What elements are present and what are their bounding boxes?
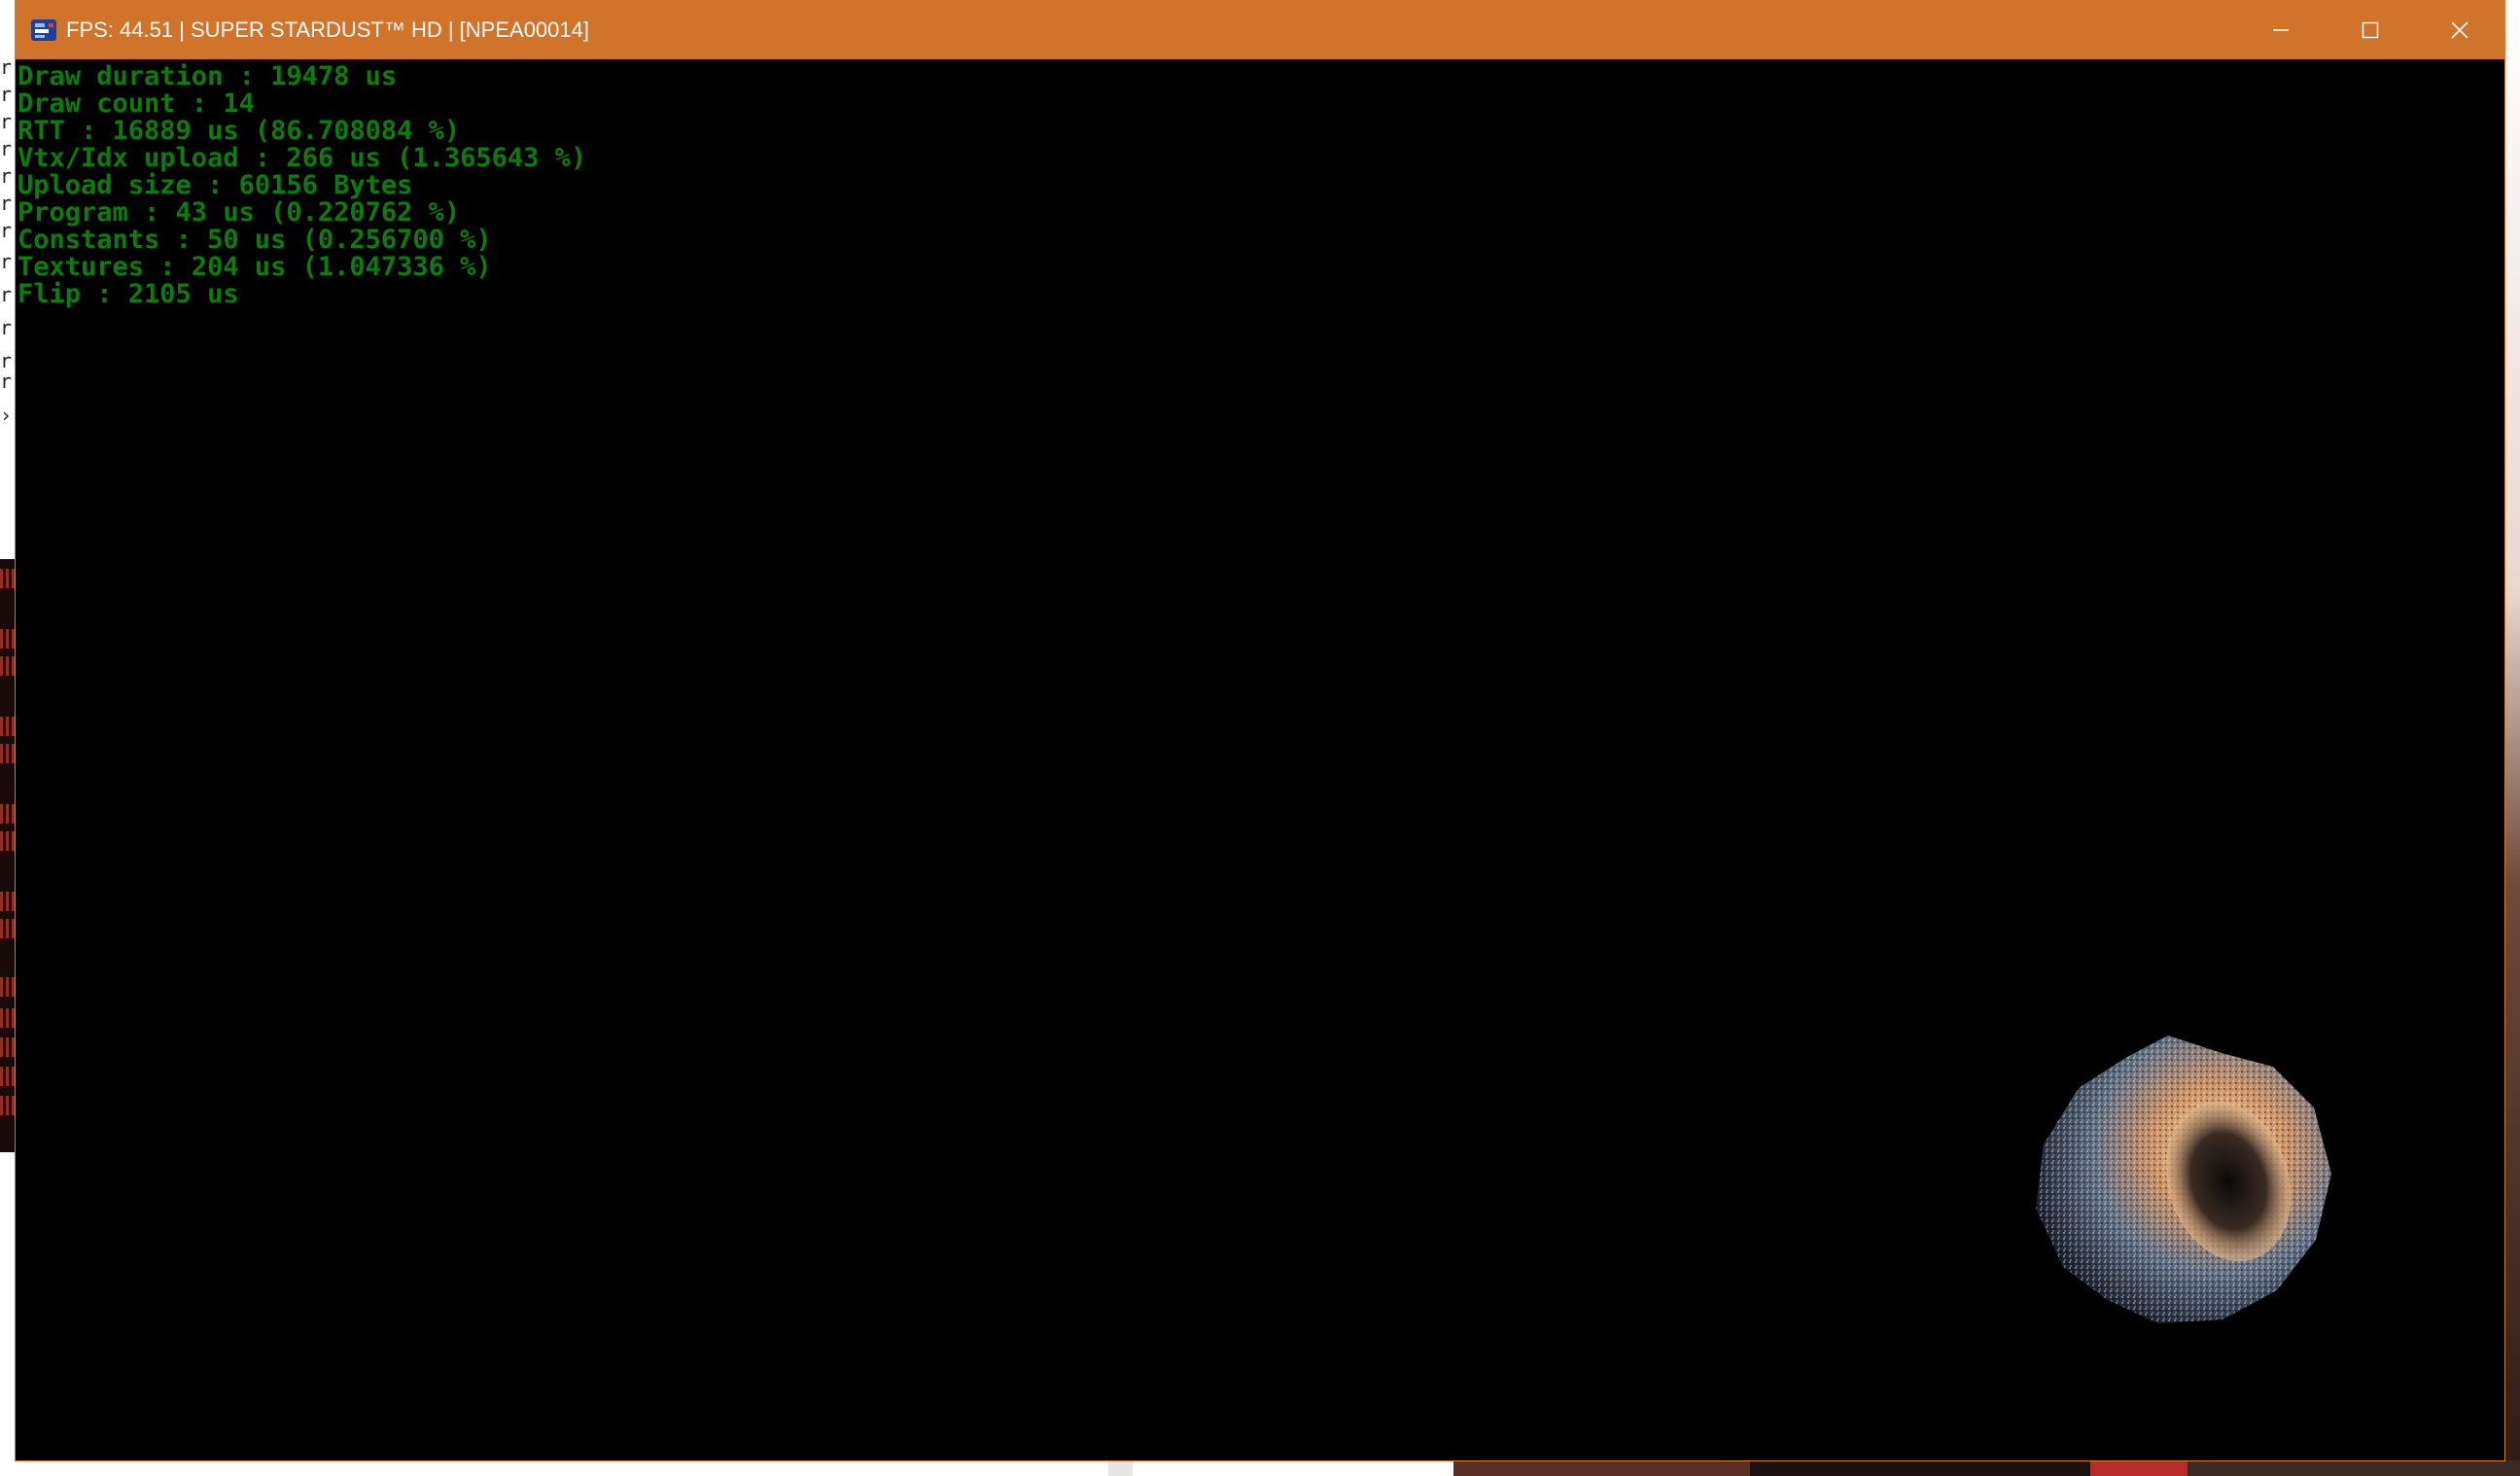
bg-glyph: › bbox=[0, 408, 13, 422]
bg-glyph: r bbox=[0, 224, 13, 237]
minimize-button[interactable] bbox=[2236, 0, 2326, 59]
rpcs3-app-icon bbox=[31, 19, 56, 41]
overlay-line-vtx-idx-upload: Vtx/Idx upload : 266 us (1.365643 %) bbox=[18, 143, 587, 173]
bg-glyph: r bbox=[0, 88, 13, 101]
overlay-line-textures: Textures : 204 us (1.047336 %) bbox=[18, 252, 492, 282]
bg-red-text bbox=[0, 1008, 16, 1028]
background-bottom-strip bbox=[0, 1460, 2520, 1476]
overlay-line-program: Program : 43 us (0.220762 %) bbox=[18, 197, 461, 228]
bg-red-text bbox=[0, 892, 16, 911]
maximize-icon bbox=[2362, 21, 2379, 38]
bg-red-text bbox=[0, 656, 16, 676]
bg-glyph: r bbox=[0, 354, 13, 368]
close-button[interactable] bbox=[2415, 0, 2504, 59]
asteroid-sprite bbox=[2036, 1036, 2331, 1323]
bg-glyph: r bbox=[0, 255, 13, 268]
bg-glyph: r bbox=[0, 169, 13, 183]
overlay-line-constants: Constants : 50 us (0.256700 %) bbox=[18, 225, 492, 255]
bg-glyph: r bbox=[0, 142, 13, 156]
bg-red-text bbox=[0, 977, 16, 997]
game-viewport[interactable]: Draw duration : 19478 us Draw count : 14… bbox=[16, 59, 2504, 1460]
overlay-line-rtt: RTT : 16889 us (86.708084 %) bbox=[18, 116, 461, 146]
bg-glyph: r bbox=[0, 60, 13, 74]
bg-glyph: r bbox=[0, 196, 13, 210]
performance-overlay: Draw duration : 19478 us Draw count : 14… bbox=[18, 63, 586, 308]
bg-glyph: r bbox=[0, 321, 13, 334]
bg-red-text bbox=[0, 919, 16, 938]
emulator-window[interactable]: FPS: 44.51 | SUPER STARDUST™ HD | [NPEA0… bbox=[16, 0, 2504, 1460]
bg-red-text bbox=[0, 804, 16, 824]
background-red-log-panel bbox=[0, 559, 16, 1152]
maximize-button[interactable] bbox=[2326, 0, 2415, 59]
overlay-line-upload-size: Upload size : 60156 Bytes bbox=[18, 170, 413, 200]
bg-red-text bbox=[0, 1096, 16, 1115]
close-icon bbox=[2451, 20, 2468, 39]
background-left-window: r r r r r r r r r r r r › bbox=[0, 0, 16, 1476]
window-title: FPS: 44.51 | SUPER STARDUST™ HD | [NPEA0… bbox=[66, 18, 589, 42]
bg-red-text bbox=[0, 831, 16, 851]
bg-red-text bbox=[0, 744, 16, 763]
bg-red-text bbox=[0, 629, 16, 649]
bg-red-text bbox=[0, 1067, 16, 1086]
minimize-icon bbox=[2273, 28, 2289, 31]
bg-glyph: r bbox=[0, 374, 13, 388]
bg-red-text bbox=[0, 1037, 16, 1057]
overlay-line-draw-duration: Draw duration : 19478 us bbox=[18, 61, 398, 91]
overlay-line-flip: Flip : 2105 us bbox=[18, 279, 239, 309]
background-right-window bbox=[2504, 0, 2520, 1476]
bg-glyph: r bbox=[0, 115, 13, 128]
bg-red-text bbox=[0, 569, 16, 588]
bg-glyph: r bbox=[0, 288, 13, 301]
bg-red-text bbox=[0, 717, 16, 736]
title-bar[interactable]: FPS: 44.51 | SUPER STARDUST™ HD | [NPEA0… bbox=[16, 0, 2504, 59]
overlay-line-draw-count: Draw count : 14 bbox=[18, 88, 255, 119]
